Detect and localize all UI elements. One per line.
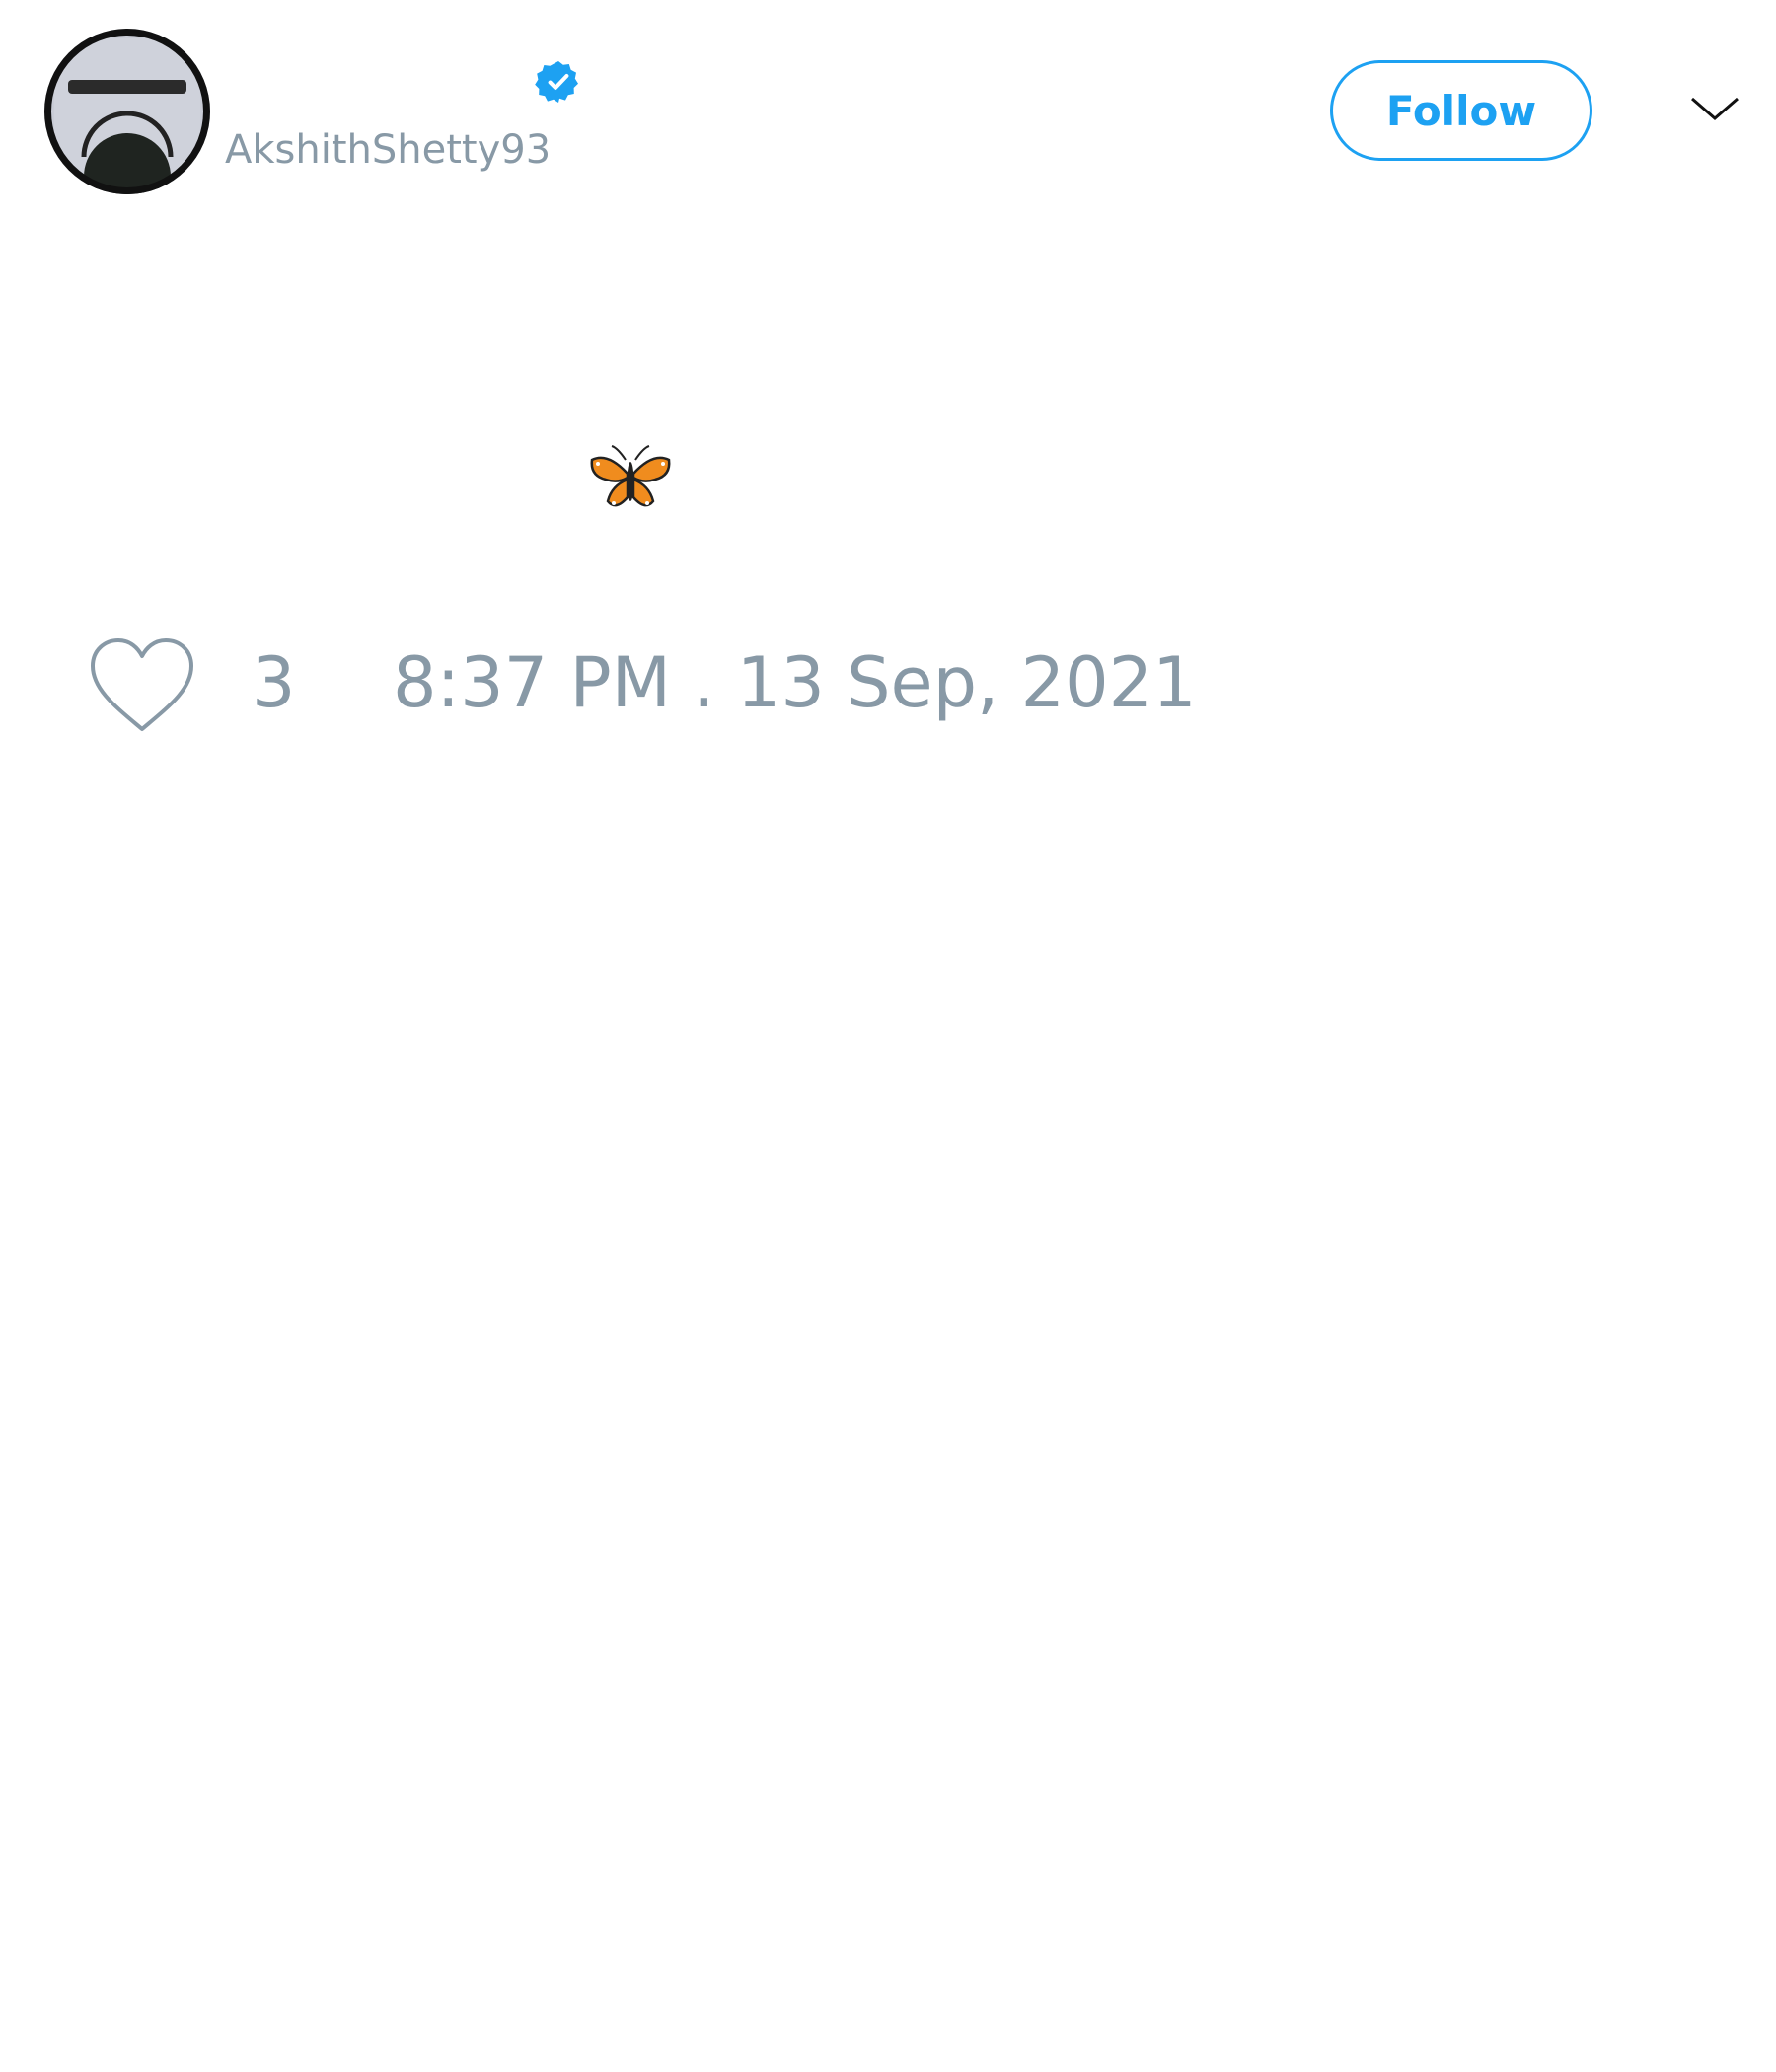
- like-count: 3: [252, 642, 296, 723]
- avatar[interactable]: [44, 29, 210, 194]
- follow-button[interactable]: Follow: [1330, 60, 1592, 161]
- chevron-down-icon[interactable]: [1689, 89, 1740, 128]
- heart-icon[interactable]: [87, 636, 197, 735]
- verified-badge-icon: [535, 61, 578, 103]
- tweet-timestamp[interactable]: 8:37 PM . 13 Sep, 2021: [393, 641, 1197, 724]
- username[interactable]: AkshithShetty93: [225, 126, 551, 174]
- butterfly-emoji: [590, 445, 671, 507]
